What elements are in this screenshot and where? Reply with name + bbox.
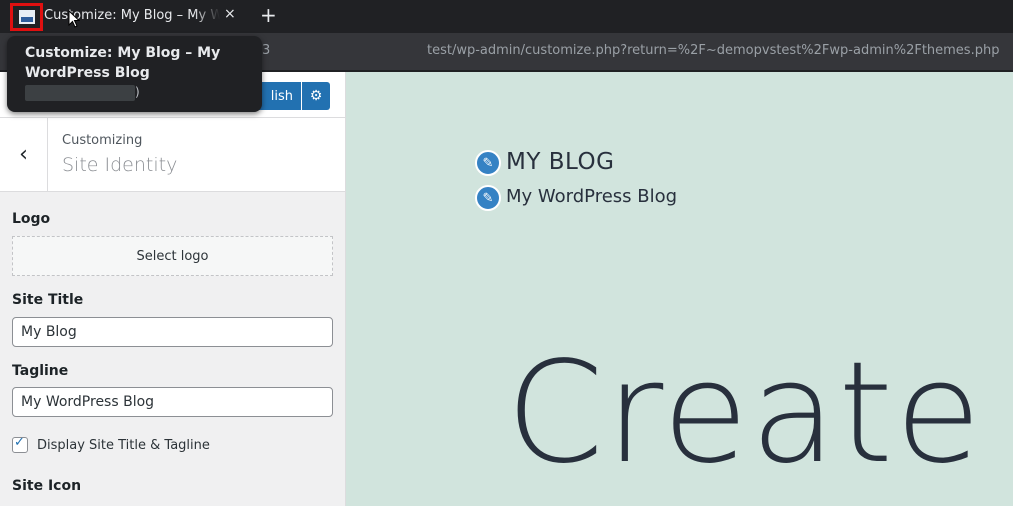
customizer-sidebar: lish ⚙ ‹ Customizing Site Identity Logo … (0, 72, 346, 506)
edit-tagline-pencil-icon[interactable]: ✎ (475, 185, 501, 211)
tooltip-title: Customize: My Blog – My WordPress Blog (25, 45, 221, 81)
section-header: ‹ Customizing Site Identity (0, 118, 345, 192)
address-bar-url[interactable]: test/wp-admin/customize.php?return=%2F~d… (427, 43, 999, 58)
back-chevron-icon[interactable]: ‹ (0, 118, 48, 191)
tagline-label: Tagline (12, 363, 69, 379)
display-title-tagline-row[interactable]: Display Site Title & Tagline (12, 435, 210, 453)
preview-site-title[interactable]: MY BLOG (506, 149, 614, 175)
site-title-label: Site Title (12, 292, 84, 308)
close-tab-icon[interactable]: × (224, 6, 236, 22)
display-title-tagline-label: Display Site Title & Tagline (37, 437, 210, 453)
wordpress-favicon-icon (18, 10, 35, 24)
publish-settings-gear-icon[interactable]: ⚙ (302, 82, 330, 110)
logo-label: Logo (12, 211, 51, 227)
display-title-tagline-checkbox[interactable] (12, 435, 28, 453)
site-icon-label: Site Icon (12, 478, 82, 494)
tab-hover-tooltip: Customize: My Blog – My WordPress Blog ) (7, 36, 262, 112)
address-bar-partial[interactable]: 3 (262, 43, 270, 58)
tagline-input[interactable] (12, 387, 333, 417)
preview-hero-heading: Create y (506, 332, 1013, 495)
tooltip-url-redacted (25, 85, 135, 101)
section-title: Site Identity (62, 154, 178, 176)
tab-favicon-highlight[interactable] (10, 3, 43, 31)
site-title-input[interactable] (12, 317, 333, 347)
new-tab-icon[interactable]: + (260, 3, 277, 27)
preview-site-description: My WordPress Blog (506, 186, 678, 207)
browser-tab-strip: Customize: My Blog – My WordPress Blog ×… (0, 0, 1013, 33)
edit-site-title-pencil-icon[interactable]: ✎ (475, 150, 501, 176)
customizing-label: Customizing (62, 133, 143, 148)
select-logo-button[interactable]: Select logo (12, 236, 333, 276)
site-preview: ✎ MY BLOG ✎ My WordPress Blog Create y (346, 72, 1013, 506)
mouse-cursor-icon (68, 10, 80, 28)
tooltip-url-tail: ) (135, 85, 140, 99)
